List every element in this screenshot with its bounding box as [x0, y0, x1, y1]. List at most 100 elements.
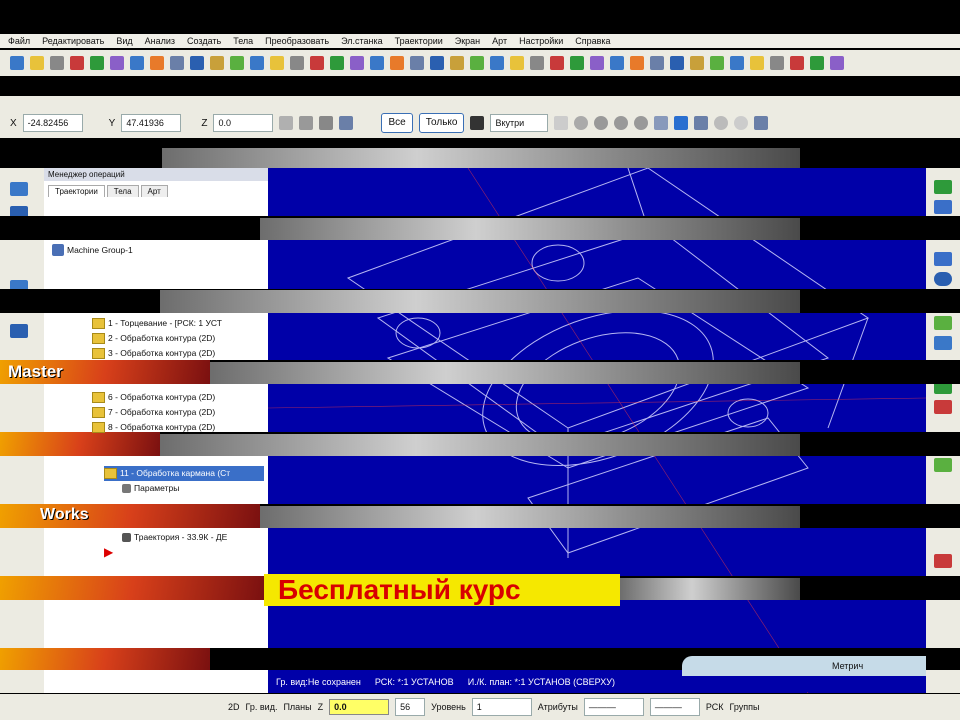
wcs-button[interactable]: РСК: [706, 702, 724, 712]
toolbar-icon[interactable]: [830, 56, 844, 70]
tab-toolpaths[interactable]: Траектории: [48, 185, 105, 197]
attributes-button[interactable]: Атрибуты: [538, 702, 578, 712]
toolbar-icon[interactable]: [150, 56, 164, 70]
toolbar-icon[interactable]: [70, 56, 84, 70]
toolbar-icon[interactable]: [770, 56, 784, 70]
vertex-select-icon[interactable]: [674, 116, 689, 130]
insert-arrow-icon[interactable]: ▶: [104, 545, 113, 560]
toolbar-icon[interactable]: [110, 56, 124, 70]
units-popup[interactable]: Метрич: [682, 656, 926, 676]
menu-item-10[interactable]: Арт: [492, 36, 507, 46]
view-icon-4[interactable]: [934, 272, 952, 286]
view-icon-6[interactable]: [934, 336, 952, 350]
view-icon-12[interactable]: [934, 554, 952, 568]
view-icon-3[interactable]: [934, 252, 952, 266]
tree-item[interactable]: 6 - Обработка контура (2D): [92, 390, 264, 405]
toolbar-icon[interactable]: [510, 56, 524, 70]
color-field[interactable]: 56: [395, 698, 426, 716]
x-coordinate-field[interactable]: -24.82456: [22, 114, 83, 132]
toolbar-icon[interactable]: [170, 56, 184, 70]
tree-item[interactable]: 8 - Обработка контура (2D): [92, 420, 264, 435]
select-icon[interactable]: [339, 116, 354, 130]
toolbar-icon[interactable]: [730, 56, 744, 70]
toolbar-icon[interactable]: [90, 56, 104, 70]
toolbar-icon[interactable]: [550, 56, 564, 70]
toolbar-icon[interactable]: [10, 56, 24, 70]
tree-item-params[interactable]: Параметры: [104, 481, 264, 496]
toolbar-icon[interactable]: [50, 56, 64, 70]
fastpoint-icon[interactable]: [299, 116, 314, 130]
toolbar-icon[interactable]: [410, 56, 424, 70]
toolbar-icon[interactable]: [450, 56, 464, 70]
chain-icon[interactable]: [574, 116, 589, 130]
lock-icon[interactable]: [319, 116, 334, 130]
toolbar-icon[interactable]: [570, 56, 584, 70]
menu-item-7[interactable]: Эл.станка: [341, 36, 383, 46]
toolbar-icon[interactable]: [490, 56, 504, 70]
select-all-button[interactable]: Все: [381, 113, 413, 133]
clear-icon[interactable]: [734, 116, 749, 130]
mask-icon[interactable]: [470, 116, 485, 130]
selection-mode-dropdown[interactable]: Вкутри: [490, 114, 549, 132]
view-icon-2[interactable]: [934, 200, 952, 214]
toolbar-icon[interactable]: [190, 56, 204, 70]
mode-2d-button[interactable]: 2D: [228, 702, 240, 712]
view-icon-10[interactable]: [934, 458, 952, 472]
graphics-viewport[interactable]: [268, 168, 926, 693]
sidebar-icon-1[interactable]: [10, 182, 28, 196]
z-coordinate-field[interactable]: 0.0: [213, 114, 274, 132]
window-select-icon[interactable]: [554, 116, 569, 130]
toolbar-icon[interactable]: [370, 56, 384, 70]
menu-item-3[interactable]: Анализ: [145, 36, 175, 46]
planes-button[interactable]: Планы: [283, 702, 311, 712]
toolbar-icon[interactable]: [350, 56, 364, 70]
toolbar-icon[interactable]: [810, 56, 824, 70]
toolbar-icon[interactable]: [790, 56, 804, 70]
toolbar-icon[interactable]: [750, 56, 764, 70]
menu-item-11[interactable]: Настройки: [519, 36, 563, 46]
level-field[interactable]: 1: [471, 698, 532, 716]
face-select-icon[interactable]: [614, 116, 629, 130]
menu-item-4[interactable]: Создать: [187, 36, 221, 46]
autocursor-icon[interactable]: [279, 116, 294, 130]
no-select-icon[interactable]: [714, 116, 729, 130]
toolbar-icon[interactable]: [290, 56, 304, 70]
selection-end-icon[interactable]: [754, 116, 769, 130]
tab-solids[interactable]: Тела: [106, 185, 139, 197]
tree-item[interactable]: 2 - Обработка контура (2D): [92, 331, 264, 346]
tree-item[interactable]: 1 - Торцевание - [РСК: 1 УСТ: [92, 316, 264, 331]
toolbar-icon[interactable]: [470, 56, 484, 70]
toolbar-icon[interactable]: [530, 56, 544, 70]
line-style-dropdown[interactable]: ———: [583, 698, 644, 716]
menu-item-0[interactable]: Файл: [8, 36, 30, 46]
toolbar-icon[interactable]: [630, 56, 644, 70]
toolbar-icon[interactable]: [650, 56, 664, 70]
toolbar-icon[interactable]: [230, 56, 244, 70]
machine-group-row[interactable]: Machine Group-1: [52, 244, 133, 256]
view-icon-5[interactable]: [934, 316, 952, 330]
toolbar-icon[interactable]: [130, 56, 144, 70]
z-depth-field[interactable]: 0.0: [329, 699, 390, 715]
view-icon-8[interactable]: [934, 400, 952, 414]
toolbar-icon[interactable]: [310, 56, 324, 70]
toolbar-icon[interactable]: [210, 56, 224, 70]
edge-select-icon[interactable]: [634, 116, 649, 130]
menu-item-1[interactable]: Редактировать: [42, 36, 104, 46]
y-coordinate-field[interactable]: 47.41936: [121, 114, 182, 132]
tree-item-toolpath[interactable]: Траектория - 33.9К - ДЕ: [104, 530, 264, 545]
body-select-icon[interactable]: [654, 116, 669, 130]
menu-item-9[interactable]: Экран: [455, 36, 480, 46]
back-face-icon[interactable]: [694, 116, 709, 130]
toolbar-icon[interactable]: [270, 56, 284, 70]
select-only-button[interactable]: Только: [418, 113, 465, 133]
toolbar-icon[interactable]: [330, 56, 344, 70]
toolbar-icon[interactable]: [30, 56, 44, 70]
line-width-dropdown[interactable]: ———: [649, 698, 700, 716]
solid-select-icon[interactable]: [594, 116, 609, 130]
sidebar-icon-4[interactable]: [10, 324, 28, 338]
tab-art[interactable]: Арт: [140, 185, 168, 197]
toolbar-icon[interactable]: [710, 56, 724, 70]
menu-item-5[interactable]: Тела: [233, 36, 253, 46]
toolbar-icon[interactable]: [390, 56, 404, 70]
toolbar-icon[interactable]: [670, 56, 684, 70]
